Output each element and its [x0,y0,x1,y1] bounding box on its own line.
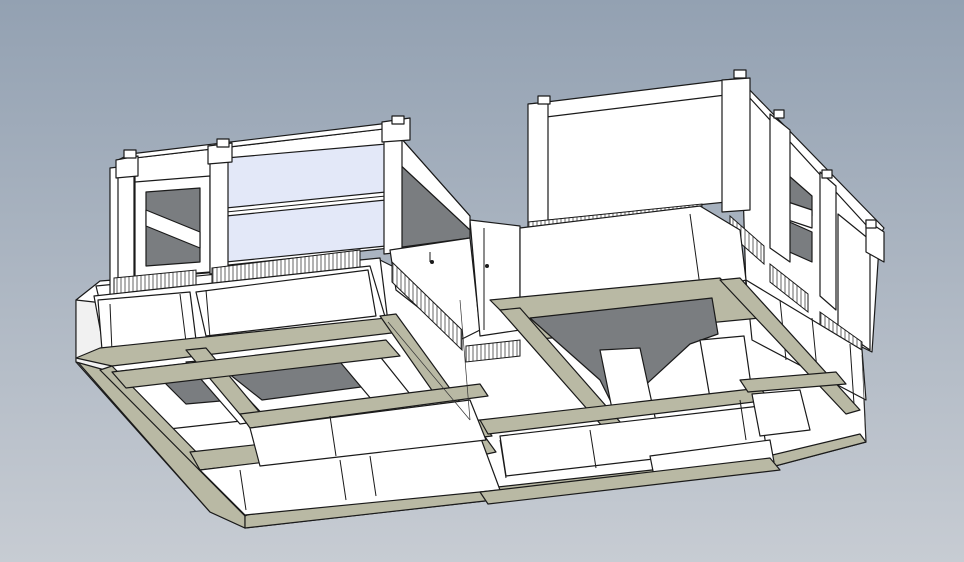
machine-base-model[interactable] [0,0,964,562]
cad-viewport[interactable] [0,0,964,562]
